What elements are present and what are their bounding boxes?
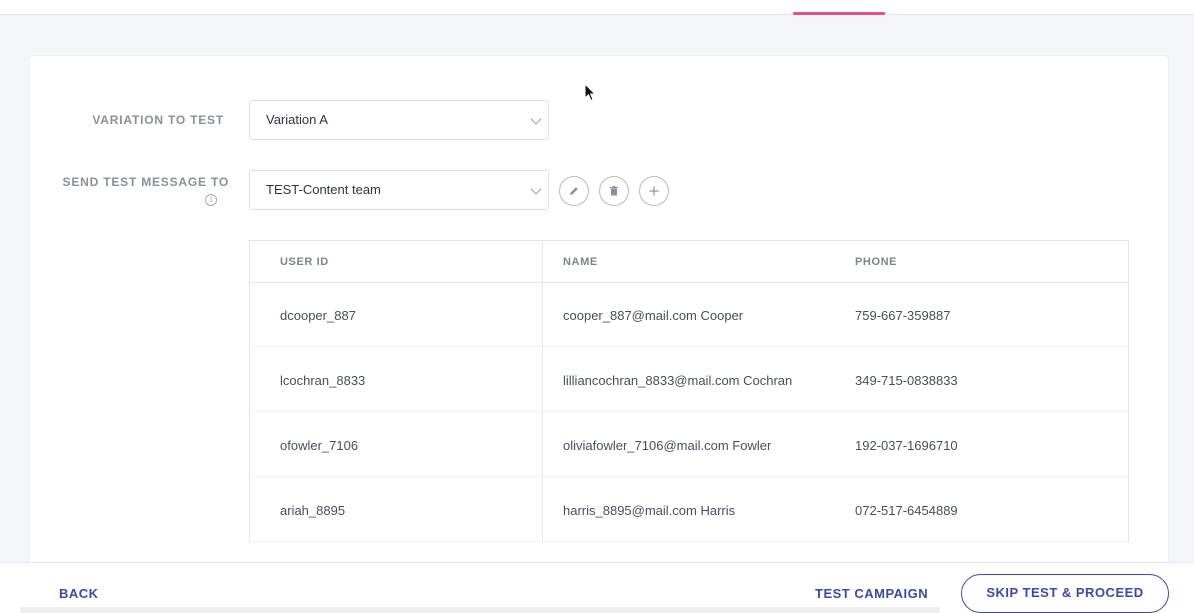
variation-to-test-label: VARIATION TO TEST (92, 113, 224, 127)
skip-test-proceed-button[interactable]: SKIP TEST & PROCEED (961, 574, 1169, 613)
table-row: lcochran_8833 lilliancochran_8833@mail.c… (250, 347, 1128, 412)
header-name: NAME (563, 256, 598, 268)
cell-phone: 072-517-6454889 (855, 503, 958, 518)
footer-action-bar: BACK TEST CAMPAIGN SKIP TEST & PROCEED (0, 562, 1194, 613)
test-users-table: USER ID NAME PHONE dcooper_887 cooper_88… (249, 240, 1129, 542)
test-segment-select-value: TEST-Content team (266, 182, 381, 197)
send-test-message-label-text: SEND TEST MESSAGE TO (62, 175, 229, 189)
test-settings-card: VARIATION TO TEST Variation A SEND TEST … (29, 55, 1169, 575)
trash-icon (610, 186, 618, 196)
back-button[interactable]: BACK (59, 586, 99, 601)
cell-user-id: ariah_8895 (280, 503, 346, 518)
chevron-down-icon (530, 113, 542, 125)
delete-segment-button[interactable] (599, 176, 629, 206)
header-user-id: USER ID (280, 256, 329, 268)
top-navigation-bar (0, 0, 1194, 15)
table-row: ariah_8895 harris_8895@mail.com Harris 0… (250, 477, 1128, 542)
variation-select-value: Variation A (266, 112, 328, 127)
cell-phone: 192-037-1696710 (855, 438, 958, 453)
footer-scroll-shadow (20, 607, 940, 613)
chevron-down-icon (530, 183, 542, 195)
cell-phone: 349-715-0838833 (855, 373, 958, 388)
cell-name: oliviafowler_7106@mail.com Fowler (563, 438, 772, 453)
table-row: dcooper_887 cooper_887@mail.com Cooper 7… (250, 282, 1128, 347)
active-tab-indicator (793, 12, 885, 15)
table-row: ofowler_7106 oliviafowler_7106@mail.com … (250, 412, 1128, 477)
cell-name: harris_8895@mail.com Harris (563, 503, 736, 518)
plus-icon (649, 186, 659, 196)
header-phone: PHONE (855, 256, 898, 268)
cell-user-id: ofowler_7106 (280, 438, 359, 453)
cell-user-id: lcochran_8833 (280, 373, 366, 388)
variation-select[interactable]: Variation A (249, 100, 549, 140)
cell-name: cooper_887@mail.com Cooper (563, 308, 744, 323)
test-campaign-button[interactable]: TEST CAMPAIGN (815, 586, 928, 601)
edit-segment-button[interactable] (559, 176, 589, 206)
add-segment-button[interactable] (639, 176, 669, 206)
table-header: USER ID NAME PHONE (250, 241, 1128, 283)
cell-name: lilliancochran_8833@mail.com Cochran (563, 373, 793, 388)
pencil-icon (570, 187, 578, 195)
cell-phone: 759-667-359887 (855, 308, 951, 323)
mouse-cursor-icon (584, 83, 596, 102)
send-test-message-label: SEND TEST MESSAGE TO (63, 173, 229, 191)
test-segment-select[interactable]: TEST-Content team (249, 170, 549, 210)
info-icon[interactable]: i (205, 194, 217, 206)
cell-user-id: dcooper_887 (280, 308, 356, 323)
